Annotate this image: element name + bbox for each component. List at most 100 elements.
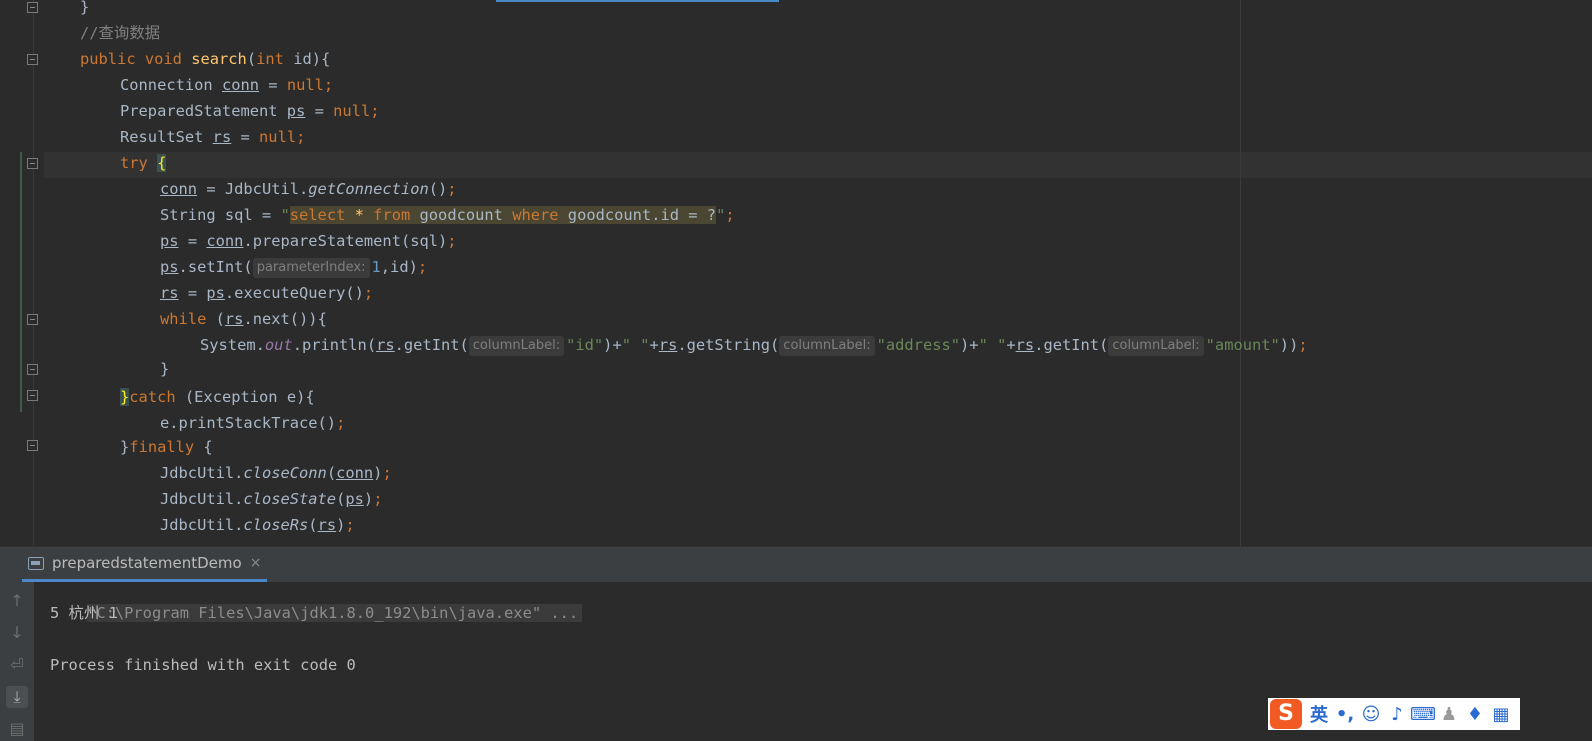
code-line[interactable]: String sql = "select * from goodcount wh… bbox=[160, 202, 735, 228]
run-toolbar: ↑ ↓ ⏎ ⤓ ▤ bbox=[0, 582, 34, 741]
code-token: null bbox=[259, 128, 297, 146]
code-token: ps bbox=[160, 258, 179, 276]
code-token: void bbox=[144, 50, 192, 68]
fold-toggle-icon[interactable] bbox=[27, 314, 38, 325]
code-token: goodcount bbox=[410, 206, 513, 224]
code-token: ( bbox=[308, 516, 318, 534]
code-token: " bbox=[716, 206, 726, 224]
scroll-highlight bbox=[496, 0, 779, 2]
fold-toggle-icon[interactable] bbox=[27, 158, 38, 169]
code-line[interactable]: //查询数据 bbox=[80, 20, 160, 46]
code-line[interactable]: PreparedStatement ps = null; bbox=[120, 98, 380, 124]
code-token: closeState bbox=[243, 490, 337, 508]
code-token: .getString( bbox=[677, 336, 780, 354]
emoji-icon[interactable]: ☺ bbox=[1358, 704, 1384, 725]
code-token: { bbox=[203, 438, 213, 456]
code-token: )+ bbox=[960, 336, 979, 354]
skin-icon[interactable]: ♦ bbox=[1462, 704, 1488, 725]
code-token: )) bbox=[1279, 336, 1299, 354]
code-token: ; bbox=[447, 180, 457, 198]
grid-icon[interactable]: ▦ bbox=[1488, 704, 1514, 725]
code-editor[interactable]: }//查询数据 public void search(int id){Connec… bbox=[0, 0, 1592, 546]
code-token: closeConn bbox=[243, 464, 327, 482]
code-token: id){ bbox=[293, 50, 331, 68]
code-token: where bbox=[512, 206, 559, 224]
code-line[interactable]: e.printStackTrace(); bbox=[160, 410, 345, 436]
run-config-icon bbox=[28, 556, 44, 570]
ime-logo[interactable]: S bbox=[1270, 699, 1302, 729]
code-token: from bbox=[373, 206, 411, 224]
code-token: } bbox=[160, 360, 170, 378]
code-token: rs bbox=[376, 336, 395, 354]
code-token: System. bbox=[200, 336, 265, 354]
right-margin-guide bbox=[1240, 0, 1241, 546]
console-command[interactable]: "C:\Program Files\Java\jdk1.8.0_192\bin\… bbox=[87, 604, 583, 622]
code-line[interactable]: ResultSet rs = null; bbox=[120, 124, 305, 150]
code-token: * bbox=[345, 206, 374, 224]
code-token: .prepareStatement(sql) bbox=[243, 232, 448, 250]
ime-language-toggle[interactable]: 英 bbox=[1306, 701, 1332, 727]
fold-toggle-icon[interactable] bbox=[27, 54, 38, 65]
code-token: ( bbox=[246, 50, 257, 68]
code-line[interactable]: JdbcUtil.closeConn(conn); bbox=[160, 460, 392, 486]
code-token: ps bbox=[206, 284, 225, 302]
gutter-divider bbox=[33, 0, 34, 546]
code-line[interactable]: ps = conn.prepareStatement(sql); bbox=[160, 228, 457, 254]
arrow-down-icon[interactable]: ↓ bbox=[6, 622, 28, 644]
code-token: closeRs bbox=[243, 516, 309, 534]
code-token: ; bbox=[345, 516, 355, 534]
code-token: "address" bbox=[876, 336, 961, 354]
code-line[interactable]: conn = JdbcUtil.getConnection(); bbox=[160, 176, 457, 202]
code-line[interactable]: try { bbox=[120, 150, 167, 176]
code-line[interactable]: rs = ps.executeQuery(); bbox=[160, 280, 373, 306]
code-token: " " bbox=[978, 336, 1007, 354]
code-line[interactable]: }finally { bbox=[120, 434, 213, 460]
code-line[interactable]: } bbox=[80, 0, 89, 20]
code-line[interactable]: ps.setInt(parameterIndex: 1,id); bbox=[160, 254, 427, 280]
code-line[interactable]: while (rs.next()){ bbox=[160, 306, 327, 332]
code-token: ; bbox=[296, 128, 306, 146]
vcs-change-marker[interactable] bbox=[20, 152, 22, 412]
code-line[interactable]: JdbcUtil.closeState(ps); bbox=[160, 486, 382, 512]
scroll-to-end-icon[interactable]: ⤓ bbox=[6, 686, 28, 708]
ime-punctuation-toggle[interactable]: •, bbox=[1332, 704, 1358, 725]
arrow-up-icon[interactable]: ↑ bbox=[6, 590, 28, 612]
code-line[interactable]: public void search(int id){ bbox=[80, 46, 330, 72]
editor-gutter[interactable] bbox=[0, 0, 44, 546]
code-token: .println( bbox=[292, 336, 377, 354]
code-line[interactable]: }catch (Exception e){ bbox=[120, 384, 315, 410]
print-icon[interactable]: ▤ bbox=[6, 718, 28, 740]
code-token: .getInt( bbox=[1034, 336, 1109, 354]
fold-toggle-icon[interactable] bbox=[27, 390, 38, 401]
code-token: catch bbox=[129, 388, 185, 406]
code-token: search bbox=[191, 50, 247, 68]
code-token: Connection bbox=[120, 76, 222, 94]
code-line[interactable]: JdbcUtil.closeRs(rs); bbox=[160, 512, 355, 538]
code-token: e.printStackTrace() bbox=[160, 414, 337, 432]
code-token: .getInt( bbox=[394, 336, 469, 354]
fold-toggle-icon[interactable] bbox=[27, 2, 38, 13]
code-line[interactable]: Connection conn = null; bbox=[120, 72, 333, 98]
code-token: " bbox=[280, 206, 290, 224]
code-line[interactable]: } bbox=[160, 356, 169, 382]
code-token: = bbox=[259, 76, 287, 94]
code-token: rs bbox=[224, 310, 244, 328]
microphone-icon[interactable]: ♪ bbox=[1384, 704, 1410, 725]
fold-toggle-icon[interactable] bbox=[27, 364, 38, 375]
keyboard-icon[interactable]: ⌨ bbox=[1410, 704, 1436, 725]
soft-wrap-icon[interactable]: ⏎ bbox=[6, 654, 28, 676]
code-token: rs bbox=[317, 516, 337, 534]
code-token: ; bbox=[323, 76, 334, 94]
user-icon[interactable]: ♟ bbox=[1436, 704, 1462, 725]
code-token: select bbox=[289, 206, 346, 224]
code-token: rs bbox=[160, 284, 179, 302]
console-output: 5 杭州 1 bbox=[50, 604, 118, 622]
code-line[interactable]: System.out.println(rs.getInt(columnLabel… bbox=[200, 332, 1308, 358]
code-token: 1 bbox=[371, 258, 381, 276]
console-command-line[interactable]: "C:\Program Files\Java\jdk1.8.0_192\bin\… bbox=[50, 574, 583, 622]
close-icon[interactable]: × bbox=[250, 555, 262, 571]
fold-toggle-icon[interactable] bbox=[27, 440, 38, 451]
code-token: = bbox=[305, 102, 334, 120]
code-token: + bbox=[1006, 336, 1016, 354]
code-token: ps bbox=[286, 102, 306, 120]
